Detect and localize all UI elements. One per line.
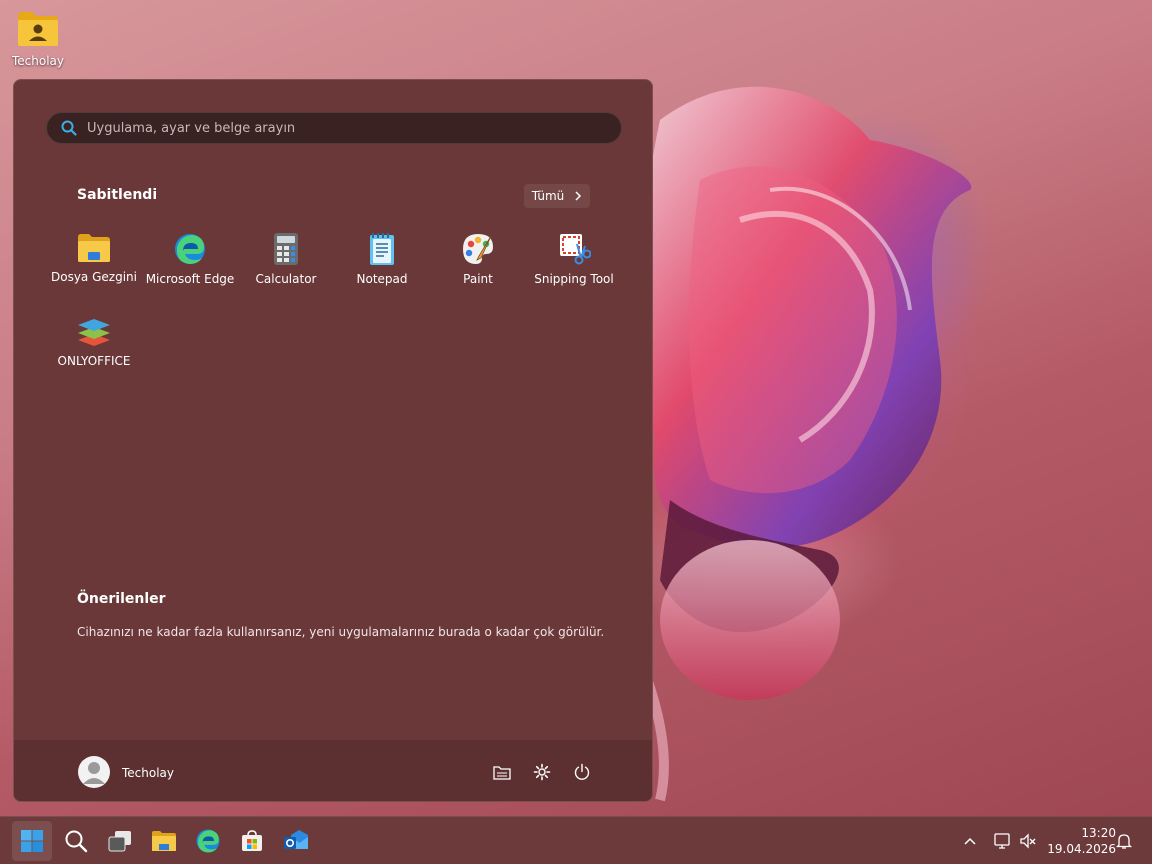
wallpaper-art — [635, 86, 972, 802]
notifications-button[interactable] — [1112, 829, 1136, 853]
recommended-section-title: Önerilenler — [77, 591, 166, 607]
volume-status[interactable] — [1016, 829, 1040, 853]
taskbar-search-button[interactable] — [56, 821, 96, 861]
clock-time: 13:20 — [1081, 826, 1116, 840]
search-input[interactable] — [87, 120, 587, 136]
gear-icon — [533, 763, 551, 781]
taskbar-edge[interactable] — [188, 821, 228, 861]
taskbar-file-explorer[interactable] — [144, 821, 184, 861]
app-label: Dosya Gezgini — [51, 270, 137, 284]
pinned-app-edge[interactable]: Microsoft Edge — [142, 228, 238, 308]
task-view-icon — [108, 831, 131, 852]
edge-icon — [196, 829, 220, 853]
paint-icon — [463, 234, 493, 264]
app-label: Microsoft Edge — [145, 272, 235, 286]
user-avatar-icon — [83, 762, 105, 784]
settings-button[interactable] — [530, 760, 554, 784]
taskbar-store[interactable] — [232, 821, 272, 861]
power-icon — [574, 763, 590, 780]
start-menu-footer: Techolay — [14, 739, 652, 801]
app-label: Calculator — [255, 272, 317, 286]
clock-date: 19.04.2026 — [1047, 842, 1116, 856]
chevron-up-icon — [964, 837, 976, 845]
recommended-empty-text: Cihazınızı ne kadar fazla kullanırsanız,… — [77, 625, 605, 639]
network-icon — [994, 833, 1010, 849]
start-menu: Sabitlendi Tümü Dosya Gezgini Microsoft … — [13, 79, 653, 802]
avatar[interactable] — [78, 756, 110, 788]
folder-icon — [493, 766, 511, 780]
app-label: Snipping Tool — [534, 272, 614, 286]
all-apps-button[interactable]: Tümü — [524, 184, 590, 208]
taskbar-outlook[interactable] — [276, 821, 316, 861]
search-icon — [65, 830, 88, 853]
show-hidden-icons-button[interactable] — [958, 829, 982, 853]
start-button[interactable] — [12, 821, 52, 861]
notification-bell-icon — [1115, 834, 1133, 849]
pinned-app-snipping-tool[interactable]: Snipping Tool — [526, 228, 622, 308]
app-label: Notepad — [356, 272, 408, 286]
pinned-app-paint[interactable]: Paint — [430, 228, 526, 308]
search-icon — [61, 120, 77, 136]
pinned-app-calculator[interactable]: Calculator — [238, 228, 334, 308]
chevron-right-icon — [575, 191, 582, 201]
outlook-icon — [284, 830, 308, 849]
desktop-icon-label: Techolay — [11, 54, 64, 68]
app-label: Paint — [463, 272, 493, 286]
desktop-icon-techolay[interactable]: Techolay — [6, 10, 70, 68]
pinned-section-title: Sabitlendi — [77, 187, 158, 203]
taskbar: 13:20 19.04.2026 — [0, 816, 1152, 864]
network-status[interactable] — [990, 829, 1014, 853]
file-explorer-icon — [152, 831, 176, 851]
pinned-app-notepad[interactable]: Notepad — [334, 228, 430, 308]
snipping-tool-icon — [560, 234, 591, 265]
onlyoffice-icon — [78, 319, 110, 346]
volume-muted-icon — [1020, 833, 1036, 849]
edge-icon — [175, 234, 205, 264]
calculator-icon — [274, 233, 298, 265]
notepad-icon — [370, 233, 394, 265]
user-folder-icon — [18, 12, 58, 46]
user-name[interactable]: Techolay — [122, 766, 174, 780]
file-explorer-icon — [78, 234, 110, 262]
pinned-app-onlyoffice[interactable]: ONLYOFFICE — [46, 312, 142, 392]
task-view-button[interactable] — [100, 821, 140, 861]
start-search-box[interactable] — [46, 112, 622, 144]
pinned-app-file-explorer[interactable]: Dosya Gezgini — [46, 228, 142, 308]
documents-button[interactable] — [490, 760, 514, 784]
all-apps-label: Tümü — [531, 189, 565, 203]
taskbar-clock[interactable]: 13:20 19.04.2026 — [1044, 825, 1116, 857]
store-icon — [242, 830, 262, 851]
power-button[interactable] — [570, 760, 594, 784]
app-label: ONLYOFFICE — [57, 354, 131, 368]
start-icon — [21, 830, 43, 852]
